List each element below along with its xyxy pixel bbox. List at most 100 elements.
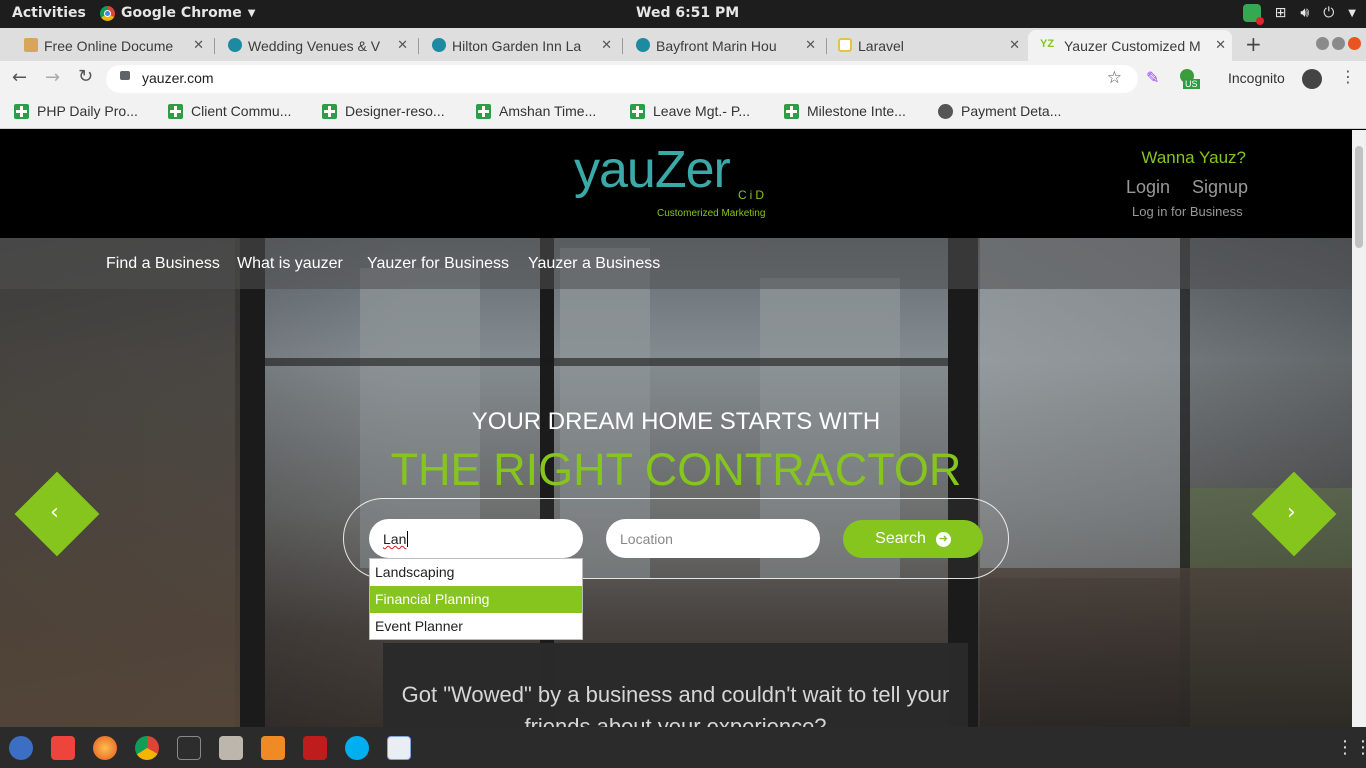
anydesk-icon[interactable] xyxy=(51,736,75,760)
extension-badge: US xyxy=(1183,79,1200,89)
nav-yauzer-for-business[interactable]: Yauzer for Business xyxy=(367,255,509,273)
autocomplete-item[interactable]: Landscaping xyxy=(370,559,582,586)
chrome-icon xyxy=(100,5,115,21)
bookmark-label: PHP Daily Pro... xyxy=(37,103,138,119)
activities-button[interactable]: Activities xyxy=(12,5,86,21)
new-tab-icon[interactable]: + xyxy=(1245,32,1262,56)
bookmark-label: Designer-reso... xyxy=(345,103,445,119)
tab-title: Wedding Venues & V xyxy=(248,37,381,54)
signup-link[interactable]: Signup xyxy=(1192,177,1248,198)
files-icon[interactable] xyxy=(219,736,243,760)
address-bar[interactable]: yauzer.com ☆ xyxy=(106,65,1138,93)
wowed-text: Got "Wowed" by a business and couldn't w… xyxy=(401,682,950,727)
bookmark-item[interactable]: Leave Mgt.- P... xyxy=(630,103,750,119)
tab-title: Free Online Docume xyxy=(44,37,174,54)
main-nav: Find a Business What is yauzer Yauzer fo… xyxy=(0,238,1352,289)
close-tab-icon[interactable]: ✕ xyxy=(397,37,408,53)
network-icon[interactable]: ⊞ xyxy=(1275,5,1287,21)
document-favicon-icon xyxy=(24,38,38,52)
vpn-extension-icon[interactable]: US xyxy=(1180,69,1200,89)
back-icon[interactable]: ← xyxy=(12,67,27,88)
url-text: yauzer.com xyxy=(142,70,214,86)
browser-tab[interactable]: Free Online Docume ✕ xyxy=(22,30,210,61)
venue-favicon-icon xyxy=(228,38,242,52)
chevron-right-icon: › xyxy=(1287,500,1296,525)
yauzer-logo[interactable]: yauZer CiD Customerized Marketing xyxy=(574,140,784,230)
browser-tab[interactable]: Hilton Garden Inn La ✕ xyxy=(430,30,618,61)
firefox-icon[interactable] xyxy=(93,736,117,760)
bookmark-label: Client Commu... xyxy=(191,103,292,119)
sheets-plus-icon xyxy=(476,103,491,119)
arrow-circle-right-icon: ➜ xyxy=(935,531,951,547)
login-link[interactable]: Login xyxy=(1126,177,1170,198)
app-menu-label: Google Chrome xyxy=(121,5,242,21)
bookmark-star-icon[interactable]: ☆ xyxy=(1107,68,1122,88)
power-icon[interactable]: ⏻ xyxy=(1323,5,1334,21)
close-tab-icon[interactable]: ✕ xyxy=(1215,37,1226,53)
autocomplete-item-highlighted[interactable]: Financial Planning xyxy=(370,586,582,613)
close-window-icon[interactable] xyxy=(1348,37,1361,50)
chrome-icon[interactable] xyxy=(135,736,159,760)
bookmark-item[interactable]: Amshan Time... xyxy=(476,103,596,119)
close-tab-icon[interactable]: ✕ xyxy=(1009,37,1020,53)
bookmark-item[interactable]: Client Commu... xyxy=(168,103,291,119)
location-input[interactable]: Location xyxy=(606,519,820,558)
sublime-text-icon[interactable] xyxy=(261,736,285,760)
nav-find-business[interactable]: Find a Business xyxy=(106,255,220,273)
system-tray[interactable]: ⊞ 🔊︎ ⏻ ▼ xyxy=(1242,4,1356,25)
nav-what-is-yauzer[interactable]: What is yauzer xyxy=(237,255,343,273)
search-button[interactable]: Search ➜ xyxy=(843,520,983,558)
browser-tab[interactable]: Bayfront Marin Hou ✕ xyxy=(634,30,822,61)
location-placeholder: Location xyxy=(620,531,673,547)
volume-icon[interactable]: 🔊︎ xyxy=(1300,5,1309,21)
text-editor-icon[interactable] xyxy=(387,736,411,760)
logo-wordmark: yauZer xyxy=(574,141,731,199)
incognito-icon[interactable] xyxy=(1302,69,1322,89)
maximize-icon[interactable] xyxy=(1332,37,1345,50)
search-input[interactable]: Lan xyxy=(369,519,583,558)
skype-icon[interactable] xyxy=(345,736,369,760)
terminal-icon[interactable] xyxy=(177,736,201,760)
show-applications-icon[interactable]: ⋮⋮ xyxy=(1336,737,1366,758)
bookmark-item[interactable]: Designer-reso... xyxy=(322,103,445,119)
minimize-icon[interactable] xyxy=(1316,37,1329,50)
menu-icon[interactable]: ⋮ xyxy=(1340,67,1356,86)
thunderbird-icon[interactable] xyxy=(9,736,33,760)
page-scrollbar[interactable] xyxy=(1352,130,1366,727)
browser-tab[interactable]: Wedding Venues & V ✕ xyxy=(226,30,414,61)
tab-title: Hilton Garden Inn La xyxy=(452,37,582,54)
toolbar: ← → ↻ yauzer.com ☆ ✎ US Incognito ⋮ xyxy=(0,61,1366,97)
forward-icon[interactable]: → xyxy=(45,67,60,88)
browser-tab[interactable]: Laravel ✕ xyxy=(836,30,1026,61)
close-tab-icon[interactable]: ✕ xyxy=(805,37,816,53)
sheets-plus-icon xyxy=(322,103,337,119)
business-login-link[interactable]: Log in for Business xyxy=(1132,204,1243,219)
pen-extension-icon[interactable]: ✎ xyxy=(1146,68,1159,87)
app-menu[interactable]: Google Chrome ▼ xyxy=(100,5,255,21)
sheets-plus-icon xyxy=(784,103,799,119)
close-tab-icon[interactable]: ✕ xyxy=(193,37,204,53)
autocomplete-item[interactable]: Event Planner xyxy=(370,613,582,640)
chevron-down-icon[interactable]: ▼ xyxy=(1348,8,1356,19)
search-button-label: Search xyxy=(875,530,926,547)
wanna-yauz-text: Wanna Yauz? xyxy=(1141,148,1246,167)
bookmark-item[interactable]: Payment Deta... xyxy=(938,103,1061,119)
bookmark-item[interactable]: Milestone Inte... xyxy=(784,103,906,119)
tab-title: Laravel xyxy=(858,37,904,54)
incognito-label[interactable]: Incognito xyxy=(1228,70,1285,86)
web-page: yauZer CiD Customerized Marketing Wanna … xyxy=(0,130,1352,727)
close-tab-icon[interactable]: ✕ xyxy=(601,37,612,53)
sheets-plus-icon xyxy=(630,103,645,119)
update-shield-icon[interactable] xyxy=(1242,4,1264,25)
bookmark-item[interactable]: PHP Daily Pro... xyxy=(14,103,138,119)
scrollbar-thumb[interactable] xyxy=(1355,146,1363,248)
search-input-value: Lan xyxy=(383,531,407,547)
reload-icon[interactable]: ↻ xyxy=(78,66,93,87)
browser-tab-active[interactable]: YZ Yauzer Customized M ✕ xyxy=(1028,30,1232,61)
logo-tagline: Customerized Marketing xyxy=(657,208,766,219)
clock[interactable]: Wed 6:51 PM xyxy=(636,5,739,21)
window-controls[interactable] xyxy=(1316,37,1361,50)
venue-favicon-icon xyxy=(636,38,650,52)
filezilla-icon[interactable] xyxy=(303,736,327,760)
nav-yauzer-a-business[interactable]: Yauzer a Business xyxy=(528,255,660,273)
